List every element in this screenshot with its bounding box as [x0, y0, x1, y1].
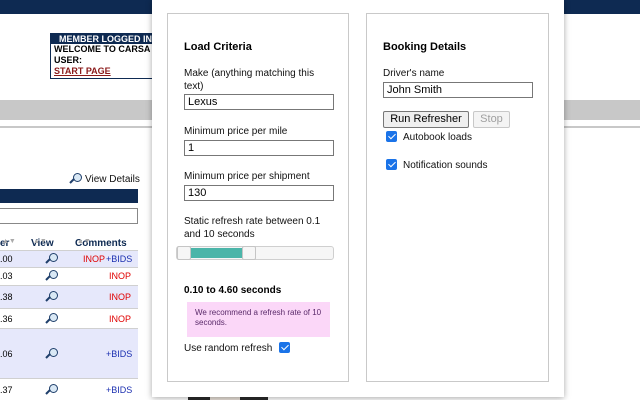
table-header: er ▲▼ View ▲▼ Comments ▲▼ — [0, 238, 127, 249]
driver-name-label: Driver's name — [383, 68, 445, 79]
table-row[interactable]: .38 INOP — [0, 285, 138, 308]
notification-sounds-checkbox[interactable] — [386, 159, 397, 170]
refresh-rate-label: Static refresh rate between 0.1 and 10 s… — [184, 216, 321, 240]
min-price-mile-label: Minimum price per mile — [184, 126, 288, 137]
view-details-label: View Details — [85, 173, 140, 185]
table-title-bar — [0, 189, 138, 203]
autobook-label: Autobook loads — [403, 132, 472, 143]
make-input[interactable] — [184, 94, 334, 110]
load-criteria-panel: Load Criteria Make (anything matching th… — [167, 13, 349, 382]
view-icon[interactable] — [46, 291, 58, 303]
slider-low-handle[interactable] — [177, 246, 191, 260]
refresh-range-text: 0.10 to 4.60 seconds — [184, 285, 282, 296]
view-icon[interactable] — [46, 313, 58, 325]
table-row[interactable]: .03 INOP — [0, 267, 138, 285]
refresh-rate-slider[interactable] — [176, 246, 334, 260]
random-refresh-checkbox[interactable] — [279, 342, 290, 353]
table-filter-input[interactable] — [0, 208, 138, 224]
magnifier-icon — [70, 173, 82, 185]
extension-popup: Load Criteria Make (anything matching th… — [152, 0, 564, 397]
make-label: Make (anything matching this text) — [184, 68, 315, 92]
view-icon[interactable] — [46, 270, 58, 282]
slider-selected-range — [184, 248, 249, 258]
min-price-shipment-input[interactable] — [184, 185, 334, 201]
view-details-link[interactable]: View Details — [70, 173, 140, 185]
refresh-recommendation: We recommend a refresh rate of 10 second… — [187, 302, 330, 337]
booking-details-title: Booking Details — [383, 41, 467, 53]
min-price-shipment-label: Minimum price per shipment — [184, 171, 310, 182]
min-price-mile-input[interactable] — [184, 140, 334, 156]
view-icon[interactable] — [46, 384, 58, 396]
load-table: .00 INOP +BIDS .03 INOP .38 INOP .36 INO… — [0, 250, 138, 400]
slider-high-handle[interactable] — [241, 246, 256, 260]
table-row[interactable]: .06 +BIDS — [0, 328, 138, 378]
autobook-checkbox[interactable] — [386, 131, 397, 142]
table-row[interactable]: .37 +BIDS — [0, 378, 138, 400]
run-refresher-button[interactable]: Run Refresher — [383, 111, 469, 128]
notification-sounds-label: Notification sounds — [403, 160, 488, 171]
view-icon[interactable] — [46, 348, 58, 360]
view-icon[interactable] — [46, 253, 58, 265]
random-refresh-label: Use random refresh — [184, 343, 273, 354]
stop-button[interactable]: Stop — [473, 111, 510, 128]
table-row[interactable]: .00 INOP +BIDS — [0, 250, 138, 267]
table-row[interactable]: .36 INOP — [0, 308, 138, 328]
booking-details-panel: Booking Details Driver's name Run Refres… — [366, 13, 549, 382]
driver-name-input[interactable] — [383, 82, 533, 98]
load-criteria-title: Load Criteria — [184, 41, 252, 53]
